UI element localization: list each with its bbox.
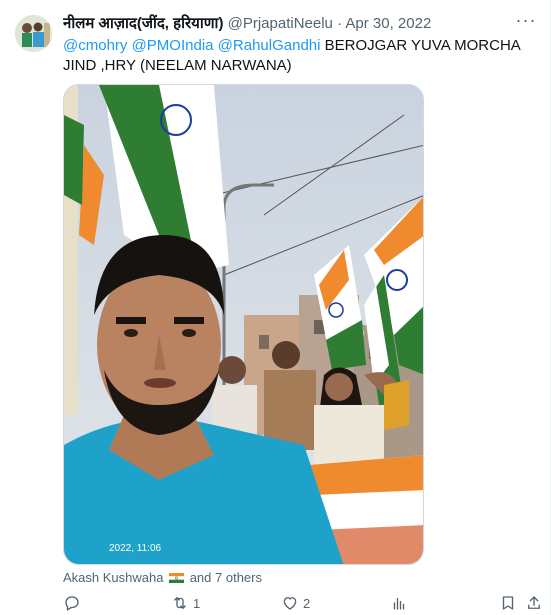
header-separator: · xyxy=(337,15,343,32)
more-options-icon[interactable]: ··· xyxy=(514,11,538,36)
tweet-date[interactable]: Apr 30, 2022 xyxy=(345,15,431,32)
share-icon xyxy=(528,596,540,609)
heart-icon xyxy=(283,597,297,610)
reply-icon xyxy=(65,596,79,611)
author-handle[interactable]: @PrjapatiNeelu xyxy=(228,15,333,32)
mention-link[interactable]: @RahulGandhi xyxy=(218,37,321,54)
tweet-photo[interactable]: 2022, 11:06 xyxy=(63,84,424,565)
tweet-actions: 1 2 xyxy=(63,592,540,614)
tweet-header: नीलम आज़ाद(जींद, हरियाणा) @PrjapatiNeelu… xyxy=(63,14,510,34)
tweet-card[interactable]: नीलम आज़ाद(जींद, हरियाणा) @PrjapatiNeelu… xyxy=(0,0,551,615)
bookmark-button[interactable] xyxy=(499,592,517,614)
author-name[interactable]: नीलम आज़ाद(जींद, हरियाणा) xyxy=(63,15,223,32)
like-count: 2 xyxy=(303,595,311,611)
retweet-button[interactable]: 1 xyxy=(171,592,200,614)
retweet-count: 1 xyxy=(193,595,201,611)
views-icon xyxy=(393,597,405,610)
avatar[interactable] xyxy=(15,15,52,52)
retweet-icon xyxy=(174,597,186,609)
share-button[interactable] xyxy=(525,592,543,614)
liker-name[interactable]: Akash Kushwaha xyxy=(63,570,163,585)
mention-link[interactable]: @cmohry xyxy=(63,37,127,54)
india-flag-icon xyxy=(169,573,185,583)
photo-timestamp: 2022, 11:06 xyxy=(109,543,162,554)
bookmark-icon xyxy=(502,596,514,610)
reply-button[interactable] xyxy=(63,592,85,614)
liked-by[interactable]: Akash Kushwaha and 7 others xyxy=(63,570,262,586)
mention-link[interactable]: @PMOIndia xyxy=(132,37,214,54)
tweet-text: @cmohry @PMOIndia @RahulGandhi BEROJGAR … xyxy=(63,36,533,75)
like-button[interactable]: 2 xyxy=(281,592,310,614)
liker-others[interactable]: and 7 others xyxy=(190,570,262,585)
views-button[interactable] xyxy=(390,592,412,614)
